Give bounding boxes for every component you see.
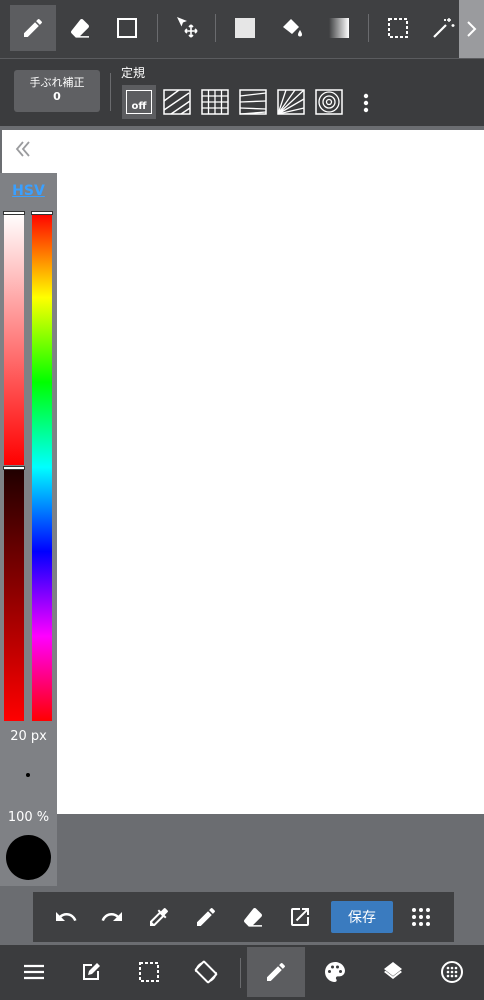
layers-icon	[384, 962, 402, 979]
ruler-label: 定規	[121, 66, 146, 80]
edit-icon	[83, 963, 100, 980]
hue-slider[interactable]	[32, 213, 52, 721]
selection-tool-button[interactable]	[375, 5, 421, 51]
ruler-concentric-button[interactable]	[312, 85, 346, 119]
stabilizer-value: 0	[53, 90, 61, 103]
paint-bucket-icon	[283, 19, 302, 37]
quick-eraser-button[interactable]	[232, 896, 274, 938]
bottombar-divider	[240, 958, 241, 988]
saturation-handle[interactable]	[3, 211, 25, 215]
radial-ruler-icon	[277, 89, 305, 115]
parallel-ruler-icon	[163, 89, 191, 115]
quick-pen-button[interactable]	[185, 896, 227, 938]
fill-rect-tool-button[interactable]	[222, 5, 268, 51]
ruler-off-icon: off	[126, 90, 152, 114]
toolbar-divider	[215, 14, 216, 42]
shape-tool-button[interactable]	[104, 5, 150, 51]
redo-icon	[101, 912, 122, 921]
brush-size-label[interactable]: 20 px	[0, 729, 57, 744]
eyedropper-button[interactable]	[138, 896, 180, 938]
top-toolbar	[0, 0, 484, 58]
pen-tool-button[interactable]	[10, 5, 56, 51]
ruler-off-text: off	[131, 101, 147, 112]
quickbar-grid-button[interactable]	[400, 896, 442, 938]
tool-options-bar: 手ぶれ補正 0 定規 off	[0, 58, 484, 126]
value-slider[interactable]	[4, 469, 24, 721]
stabilizer-button[interactable]: 手ぶれ補正 0	[14, 70, 100, 112]
layers-tab-button[interactable]	[364, 947, 422, 997]
ruler-parallel-button[interactable]	[160, 85, 194, 119]
more-vertical-icon	[363, 93, 369, 113]
move-cursor-icon	[177, 17, 198, 38]
redo-button[interactable]	[91, 896, 133, 938]
eraser-tool-button[interactable]	[57, 5, 103, 51]
move-tool-button[interactable]	[164, 5, 210, 51]
current-color-swatch[interactable]	[6, 835, 51, 880]
collapse-panel-button[interactable]	[12, 138, 34, 160]
pen-icon	[24, 18, 42, 37]
toolbar-more-button[interactable]	[459, 0, 484, 58]
stabilizer-label: 手ぶれ補正	[29, 76, 85, 89]
square-outline-icon	[117, 18, 137, 38]
opacity-label[interactable]: 100 %	[0, 810, 57, 825]
toolbar-divider	[368, 14, 369, 42]
filled-square-icon	[235, 18, 255, 38]
ruler-off-button[interactable]: off	[122, 85, 156, 119]
pen-icon	[197, 907, 215, 926]
perspective-ruler-icon	[239, 89, 267, 115]
export-button[interactable]	[279, 896, 321, 938]
saturation-slider[interactable]	[4, 213, 24, 465]
color-tab-button[interactable]	[306, 947, 364, 997]
options-divider	[110, 73, 111, 111]
eraser-icon	[244, 908, 262, 927]
menu-icon	[24, 964, 44, 980]
bottom-navigation-bar	[0, 945, 484, 1000]
color-mode-toggle[interactable]: HSV	[0, 183, 57, 199]
undo-button[interactable]	[45, 896, 87, 938]
drawing-canvas[interactable]	[2, 130, 484, 814]
ruler-grid-button[interactable]	[198, 85, 232, 119]
undo-icon	[56, 912, 77, 921]
gradient-icon	[329, 18, 349, 38]
ruler-perspective-button[interactable]	[236, 85, 270, 119]
export-icon	[291, 908, 309, 926]
bucket-tool-button[interactable]	[269, 5, 315, 51]
rotate-canvas-button[interactable]	[177, 947, 235, 997]
brush-size-preview	[26, 773, 30, 777]
eyedropper-icon	[150, 908, 168, 926]
save-button[interactable]: 保存	[331, 901, 393, 933]
brush-settings-icon	[441, 961, 463, 983]
grid-dots-icon	[412, 908, 430, 926]
quick-action-bar: 保存	[33, 892, 454, 942]
ruler-radial-button[interactable]	[274, 85, 308, 119]
brush-settings-button[interactable]	[423, 947, 481, 997]
grid-ruler-icon	[201, 89, 229, 115]
gradient-tool-button[interactable]	[316, 5, 362, 51]
pen-icon	[267, 962, 285, 981]
rotate-icon	[194, 960, 218, 984]
double-chevron-left-icon	[15, 141, 30, 157]
menu-button[interactable]	[5, 947, 63, 997]
eraser-icon	[71, 19, 89, 38]
selection-icon	[139, 962, 159, 982]
selection-icon	[388, 18, 408, 38]
selection-menu-button[interactable]	[120, 947, 178, 997]
edit-button[interactable]	[62, 947, 120, 997]
toolbar-divider	[157, 14, 158, 42]
ruler-more-button[interactable]	[354, 89, 378, 117]
value-handle[interactable]	[3, 466, 25, 470]
brush-tab-button[interactable]	[247, 947, 305, 997]
concentric-ruler-icon	[315, 89, 343, 115]
magic-wand-icon	[433, 18, 455, 38]
hue-handle[interactable]	[31, 211, 53, 215]
palette-icon	[325, 962, 345, 982]
color-panel: HSV 20 px 100 %	[0, 173, 57, 886]
chevron-right-icon	[466, 21, 476, 37]
